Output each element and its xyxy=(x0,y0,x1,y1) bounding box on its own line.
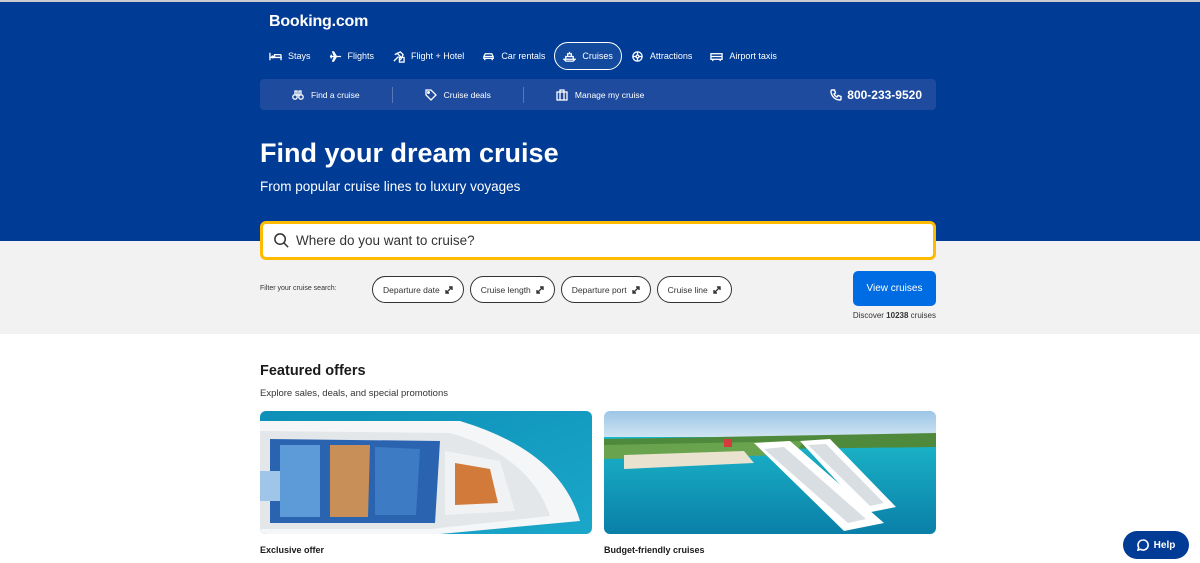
nav-item-label: Attractions xyxy=(649,51,693,61)
help-label: Help xyxy=(1153,539,1176,551)
nav-item-label: Cruises xyxy=(582,51,613,61)
cruise-ships-port-image xyxy=(604,411,936,534)
nav-item-flight-hotel[interactable]: Flight + Hotel xyxy=(383,42,473,70)
hero-banner xyxy=(0,0,1200,241)
filter-cruise-length[interactable]: Cruise length xyxy=(469,276,555,303)
phone-icon xyxy=(830,88,842,101)
binoculars-icon xyxy=(292,89,304,100)
nav-item-label: Stays xyxy=(288,51,311,61)
chip-label: Cruise length xyxy=(480,284,531,295)
chip-label: Departure port xyxy=(571,284,627,295)
subnav-manage-cruise[interactable]: Manage my cruise xyxy=(524,79,644,110)
filter-cruise-line[interactable]: Cruise line xyxy=(656,276,732,303)
booking-logo[interactable]: Booking.com xyxy=(269,13,368,31)
flight-hotel-icon xyxy=(393,50,405,63)
page-subtitle: From popular cruise lines to luxury voya… xyxy=(260,179,521,194)
browser-top-border xyxy=(0,0,1200,2)
offer-card-budget[interactable] xyxy=(604,411,936,534)
search-icon xyxy=(274,233,289,248)
nav-item-attractions[interactable]: Attractions xyxy=(622,42,702,70)
filter-departure-date[interactable]: Departure date xyxy=(372,276,464,303)
bed-icon xyxy=(269,52,282,60)
tag-icon xyxy=(425,88,437,101)
card-caption: Exclusive offer xyxy=(260,545,325,555)
cruise-ship-aerial-image xyxy=(260,411,592,534)
featured-subtitle: Explore sales, deals, and special promot… xyxy=(260,388,448,399)
luggage-icon xyxy=(556,88,568,101)
page-title: Find your dream cruise xyxy=(260,138,559,168)
subnav-label: Cruise deals xyxy=(443,89,491,100)
offer-card-exclusive[interactable] xyxy=(260,411,592,534)
main-nav: Stays Flights Flight + Hotel Car rentals… xyxy=(260,42,786,70)
subnav-label: Find a cruise xyxy=(311,89,360,100)
chat-bubble-icon xyxy=(1136,539,1149,551)
nav-item-label: Flights xyxy=(347,51,375,61)
taxi-icon xyxy=(710,52,724,61)
phone-number-text: 800-233-9520 xyxy=(847,87,922,102)
discover-suffix: cruises xyxy=(910,311,936,320)
nav-item-flights[interactable]: Flights xyxy=(320,42,384,70)
nav-item-airport-taxis[interactable]: Airport taxis xyxy=(701,42,786,70)
nav-item-label: Car rentals xyxy=(501,51,546,61)
nav-item-stays[interactable]: Stays xyxy=(260,42,320,70)
discover-count: 10238 xyxy=(886,311,909,320)
nav-item-label: Flight + Hotel xyxy=(411,51,465,61)
discover-prefix: Discover xyxy=(852,311,884,320)
cruise-subnav: Find a cruise Cruise deals Manage my cru… xyxy=(260,79,936,110)
subnav-label: Manage my cruise xyxy=(574,89,645,100)
filter-label: Filter your cruise search: xyxy=(260,285,337,292)
filter-chips: Departure date Cruise length Departure p… xyxy=(372,276,732,303)
search-input[interactable] xyxy=(296,233,896,248)
chip-label: Cruise line xyxy=(667,284,708,295)
cruise-count: Discover 10238 cruises xyxy=(820,311,936,320)
help-button[interactable]: Help xyxy=(1123,531,1189,559)
subnav-cruise-deals[interactable]: Cruise deals xyxy=(393,79,491,110)
expand-icon xyxy=(445,285,453,294)
attractions-icon xyxy=(632,50,643,62)
expand-icon xyxy=(536,285,544,294)
search-bar[interactable] xyxy=(260,221,936,260)
ship-icon xyxy=(563,51,577,62)
view-cruises-button[interactable]: View cruises xyxy=(853,271,936,306)
phone-number[interactable]: 800-233-9520 xyxy=(830,79,922,110)
car-icon xyxy=(483,52,495,60)
filter-departure-port[interactable]: Departure port xyxy=(560,276,651,303)
nav-item-car-rentals[interactable]: Car rentals xyxy=(473,42,554,70)
nav-item-label: Airport taxis xyxy=(729,51,777,61)
nav-item-cruises[interactable]: Cruises xyxy=(554,42,622,70)
subnav-find-cruise[interactable]: Find a cruise xyxy=(260,79,360,110)
expand-icon xyxy=(631,285,640,294)
expand-icon xyxy=(713,285,721,294)
chip-label: Departure date xyxy=(383,284,440,295)
plane-icon xyxy=(329,50,341,62)
featured-title: Featured offers xyxy=(260,363,366,379)
card-caption: Budget-friendly cruises xyxy=(604,545,705,555)
